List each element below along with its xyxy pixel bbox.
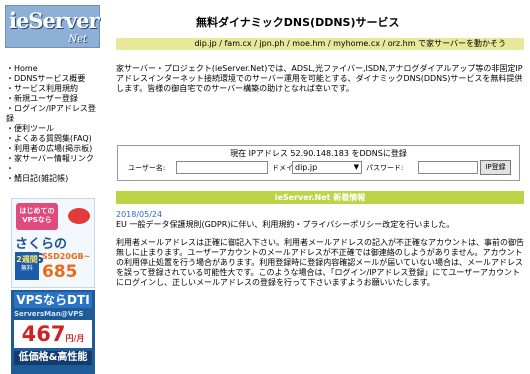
nav-item-label[interactable]: 新規ユーザー登録	[14, 94, 78, 103]
sakura-vps-ad[interactable]: はじめてのVPSなら さくらのVPS 2週間 無料 SSD20GB~ 685円~	[11, 198, 95, 288]
password-label: パスワード:	[366, 164, 404, 172]
username-input[interactable]	[176, 161, 268, 174]
password-input[interactable]	[418, 161, 478, 174]
news-body: 利用者メールアドレスは正確に御記入下さい。利用者メールアドレスの記入が不正確なア…	[116, 238, 524, 287]
news-date: 2018/05/24	[116, 210, 163, 219]
dti-vps-ad[interactable]: VPSならDTI ServersMan@VPS 467円/月 低価格&高性能	[11, 290, 95, 374]
sidebar-nav: Home DDNSサービス概要 サービス利用規約 新規ユーザー登録 ログイン/I…	[6, 64, 100, 184]
ad2-tagline: 低価格&高性能	[14, 351, 92, 365]
intro-text: 家サーバー・プロジェクト(ieServer.Net)では、ADSL,光ファイバー…	[116, 64, 523, 93]
nav-item-login[interactable]: ログイン/IPアドレス登録	[6, 104, 100, 124]
site-logo[interactable]: ieServer Net	[5, 5, 100, 48]
ad1-trial-free: 無料	[20, 265, 33, 272]
nav-item-label[interactable]: ログイン/IPアドレス登録	[6, 104, 96, 123]
ad1-trial-days: 2週間	[16, 255, 38, 264]
ad2-sub: ServersMan@VPS	[14, 310, 84, 318]
nav-item-label[interactable]: よくある質問集(FAQ)	[14, 134, 92, 143]
nav-item-blank	[6, 164, 100, 174]
nav-item-label[interactable]: 利用者の広場(掲示板)	[14, 144, 92, 153]
nav-item-label[interactable]: Home	[14, 64, 38, 73]
nav-item-register[interactable]: 新規ユーザー登録	[6, 94, 100, 104]
nav-item-links[interactable]: 家サーバー情報リンク	[6, 154, 100, 164]
logo-text: ieServer	[9, 8, 100, 33]
domain-banner: dip.jp / fam.cx / jpn.ph / moe.hm / myho…	[116, 38, 524, 50]
news-line: EU 一般データ保護規則(GDPR)に伴い、利用規約・プライバシーポリシー改定を…	[116, 220, 455, 229]
nav-item-home[interactable]: Home	[6, 64, 100, 74]
ad1-headline: はじめてのVPSなら	[16, 203, 58, 230]
ad2-price-box: 467円/月	[14, 320, 92, 348]
nav-item-faq[interactable]: よくある質問集(FAQ)	[6, 134, 100, 144]
sakura-logo-icon	[68, 208, 90, 224]
nav-item-forum[interactable]: 利用者の広場(掲示板)	[6, 144, 100, 154]
username-label: ユーザー名:	[128, 164, 166, 172]
nav-item-diary[interactable]: 鯖日記(雑記帳)	[6, 174, 100, 184]
ad2-price-unit: 円/月	[65, 334, 85, 343]
nav-item-label[interactable]: DDNSサービス概要	[14, 74, 85, 83]
nav-item-terms[interactable]: サービス利用規約	[6, 84, 100, 94]
ad1-price: 685円~	[42, 262, 78, 282]
nav-item-label[interactable]: 家サーバー情報リンク	[14, 154, 94, 163]
ad1-ssd: SSD20GB~	[42, 252, 91, 261]
ip-register-button[interactable]: IP登録	[480, 160, 511, 175]
domain-select-value: dip.jp	[295, 163, 318, 172]
news-heading: ieServer.Net 新着情報	[116, 191, 524, 204]
nav-item-label[interactable]: 便利ツール	[14, 124, 54, 133]
nav-item-label[interactable]: 鯖日記(雑記帳)	[14, 174, 68, 183]
chevron-down-icon: ▼	[353, 163, 359, 171]
ad2-price: 467	[21, 322, 66, 346]
ip-register-form: 現在 IPアドレス 52.90.148.183 をDDNSに登録 ユーザー名: …	[117, 145, 520, 181]
ad2-title: VPSならDTI	[14, 292, 92, 308]
current-ip-text: 現在 IPアドレス 52.90.148.183 をDDNSに登録	[230, 149, 407, 158]
ad1-trial-badge: 2週間 無料	[15, 252, 39, 280]
nav-item-overview[interactable]: DDNSサービス概要	[6, 74, 100, 84]
nav-item-tools[interactable]: 便利ツール	[6, 124, 100, 134]
nav-item-label[interactable]: サービス利用規約	[14, 84, 78, 93]
logo-sub: Net	[68, 34, 87, 45]
domain-select[interactable]: dip.jp ▼	[292, 161, 362, 174]
page-title: 無料ダイナミックDNS(DDNS)サービス	[196, 16, 400, 29]
